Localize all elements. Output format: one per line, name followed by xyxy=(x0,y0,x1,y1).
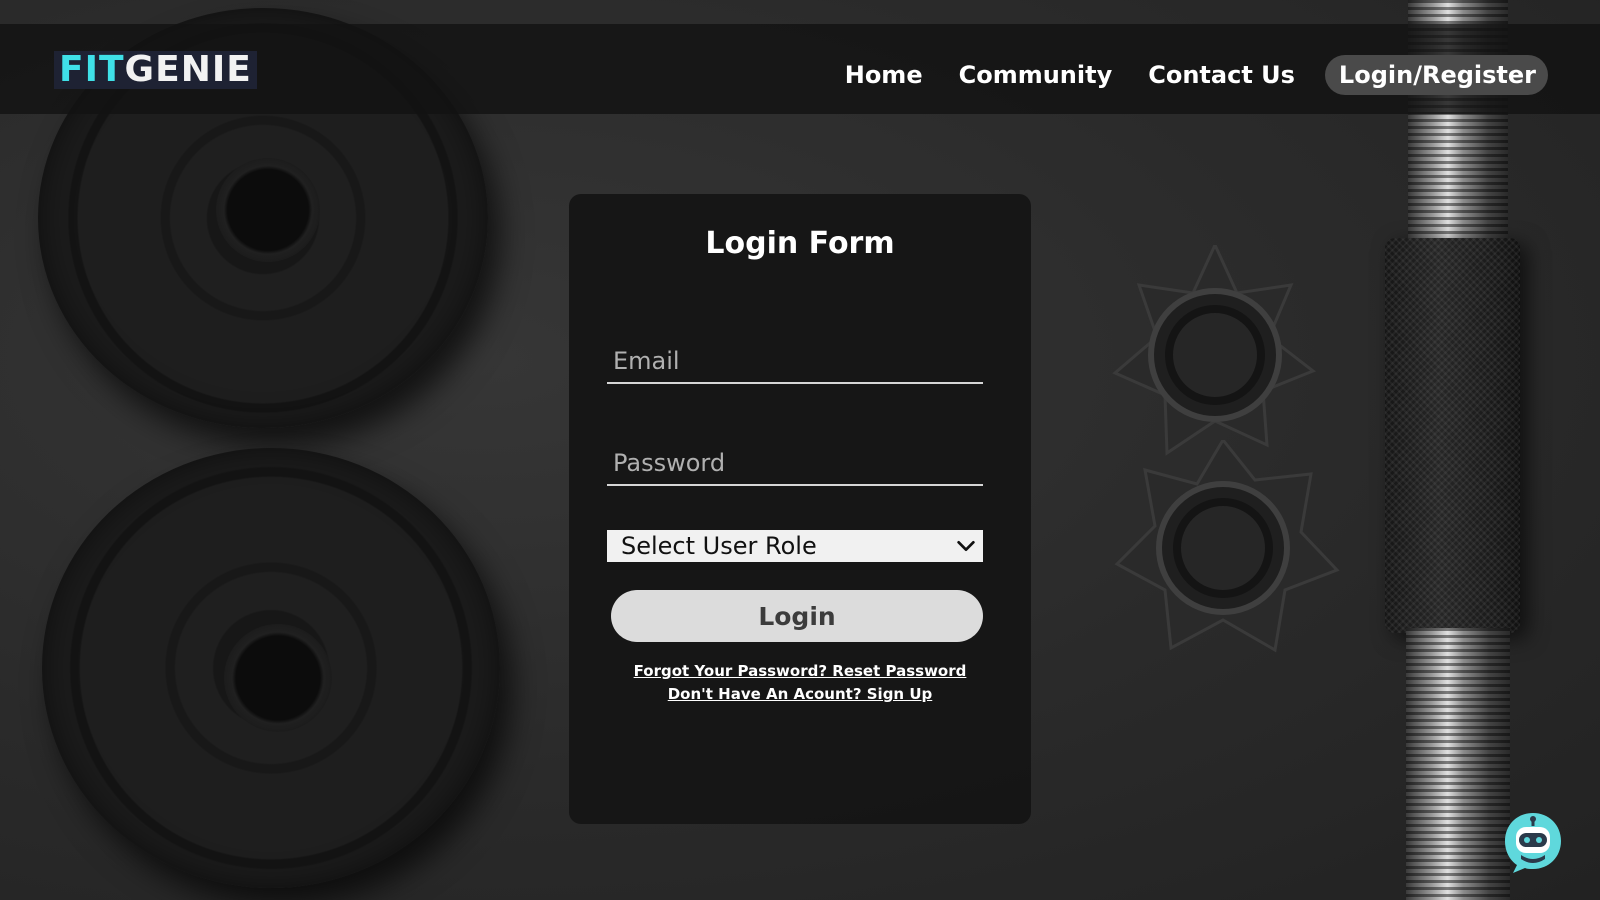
user-role-select[interactable]: Select User Role xyxy=(607,530,983,562)
spin-lock-collar-top xyxy=(1112,245,1316,456)
email-input[interactable] xyxy=(607,340,983,382)
logo-fit-text: FIT xyxy=(59,49,125,90)
weight-plate-bottom xyxy=(42,448,500,888)
dumbbell-grip xyxy=(1385,238,1520,633)
password-field-wrapper xyxy=(607,442,983,486)
login-form-card: Login Form Select User Role Login Forgot… xyxy=(569,194,1031,824)
logo[interactable]: FIT GENIE xyxy=(54,51,257,89)
form-title: Login Form xyxy=(705,226,895,261)
nav-login-register[interactable]: Login/Register xyxy=(1324,55,1548,95)
spin-lock-collar-bottom xyxy=(1114,440,1340,653)
chatbot-icon[interactable] xyxy=(1503,811,1563,875)
login-button[interactable]: Login xyxy=(611,590,983,642)
reset-password-link[interactable]: Forgot Your Password? Reset Password xyxy=(569,660,1031,683)
logo-genie-text: GENIE xyxy=(124,49,252,90)
main-nav: Home Community Contact Us Login/Register xyxy=(809,55,1548,95)
sign-up-link[interactable]: Don't Have An Acount? Sign Up xyxy=(569,683,1031,706)
password-input[interactable] xyxy=(607,442,983,484)
top-navbar: FIT GENIE Home Community Contact Us Login… xyxy=(0,24,1600,114)
chevron-down-icon xyxy=(957,540,975,552)
nav-contact-us[interactable]: Contact Us xyxy=(1148,55,1295,95)
user-role-select-value: Select User Role xyxy=(621,532,817,560)
email-field-wrapper xyxy=(607,340,983,384)
form-links: Forgot Your Password? Reset Password Don… xyxy=(569,660,1031,706)
dumbbell-bar-lower xyxy=(1406,628,1510,900)
nav-community[interactable]: Community xyxy=(959,55,1113,95)
nav-home[interactable]: Home xyxy=(845,55,923,95)
